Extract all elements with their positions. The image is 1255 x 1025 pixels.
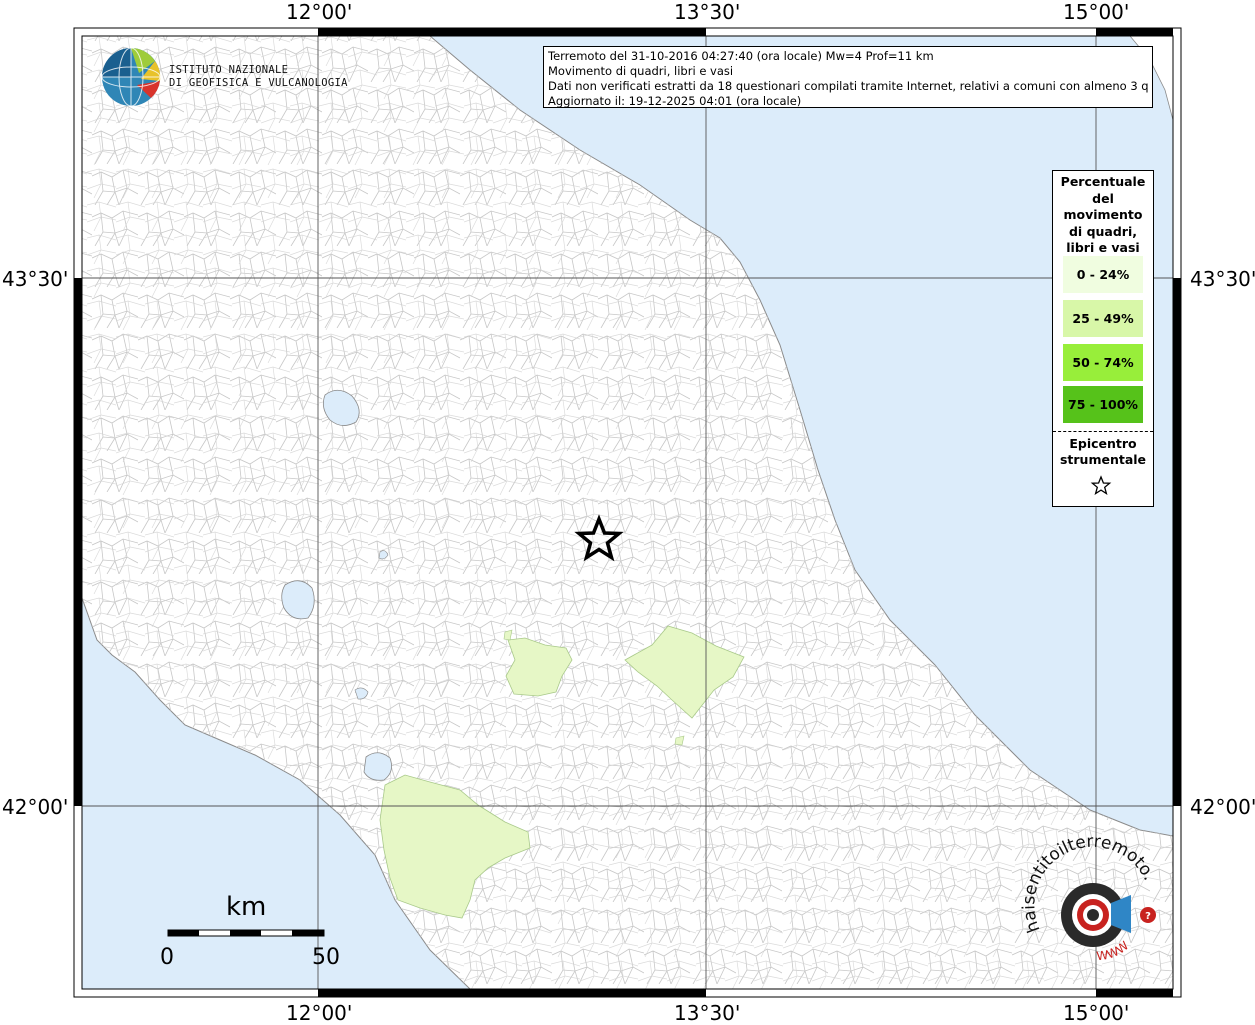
legend-class-0-24: 0 - 24% (1063, 256, 1143, 293)
legend-class-75-100: 75 - 100% (1063, 386, 1143, 423)
scale-start: 0 (160, 945, 174, 970)
legend-title-line: del (1092, 190, 1114, 206)
lake-bracciano (363, 752, 392, 781)
map: ? haisentitoilterremoto.it WWW (0, 0, 1182, 998)
lon-label-12-bottom: 12°00' (286, 1001, 353, 1025)
lon-label-12: 12°00' (286, 0, 353, 24)
earthquake-info-box: Terremoto del 31-10-2016 04:27:40 (ora l… (543, 46, 1153, 108)
info-line-updated: Aggiornato il: 19-12-2025 04:01 (ora loc… (548, 94, 802, 108)
legend-title-line: Percentuale (1060, 174, 1146, 189)
legend-star-icon (1090, 475, 1112, 495)
legend-epicenter-line: Epicentro (1069, 436, 1137, 451)
scale-end: 50 (312, 945, 340, 970)
legend-epicenter-line: strumentale (1059, 452, 1147, 467)
svg-text:?: ? (1145, 911, 1151, 922)
legend-divider (1053, 431, 1153, 432)
legend-title-line: di quadri, (1068, 223, 1137, 239)
ingv-globe-icon (101, 47, 161, 107)
legend: Percentuale del movimento di quadri, lib… (1052, 170, 1154, 507)
lon-label-13-30-bottom: 13°30' (674, 1001, 741, 1025)
lat-label-42-right: 42°00' (1190, 795, 1255, 819)
info-line-event: Terremoto del 31-10-2016 04:27:40 (ora l… (548, 49, 934, 63)
lon-label-13-30: 13°30' (674, 0, 741, 24)
legend-epicenter-label: Epicentro strumentale (1053, 436, 1153, 468)
info-line-effect: Movimento di quadri, libri e vasi (548, 64, 734, 78)
lon-label-15-bottom: 15°00' (1063, 1001, 1130, 1025)
scale-unit: km (226, 892, 267, 922)
legend-class-25-49: 25 - 49% (1063, 300, 1143, 337)
institute-line1: ISTITUTO NAZIONALE (169, 64, 289, 76)
lon-label-15: 15°00' (1063, 0, 1130, 24)
scale-bar (167, 929, 325, 937)
institute-name: ISTITUTO NAZIONALE DI GEOFISICA E VULCAN… (169, 64, 348, 90)
lat-label-42: 42°00' (2, 795, 69, 819)
institute-line2: DI GEOFISICA E VULCANOLOGIA (169, 77, 348, 89)
legend-title-line: libri e vasi (1066, 240, 1140, 255)
legend-class-50-74: 50 - 74% (1063, 344, 1143, 381)
lat-label-43-30-right: 43°30' (1190, 267, 1255, 291)
info-line-data: Dati non verificati estratti da 18 quest… (548, 79, 1148, 93)
lat-label-43-30: 43°30' (2, 267, 69, 291)
legend-title-line: movimento (1063, 207, 1143, 222)
legend-title: Percentuale del movimento di quadri, lib… (1053, 171, 1153, 257)
